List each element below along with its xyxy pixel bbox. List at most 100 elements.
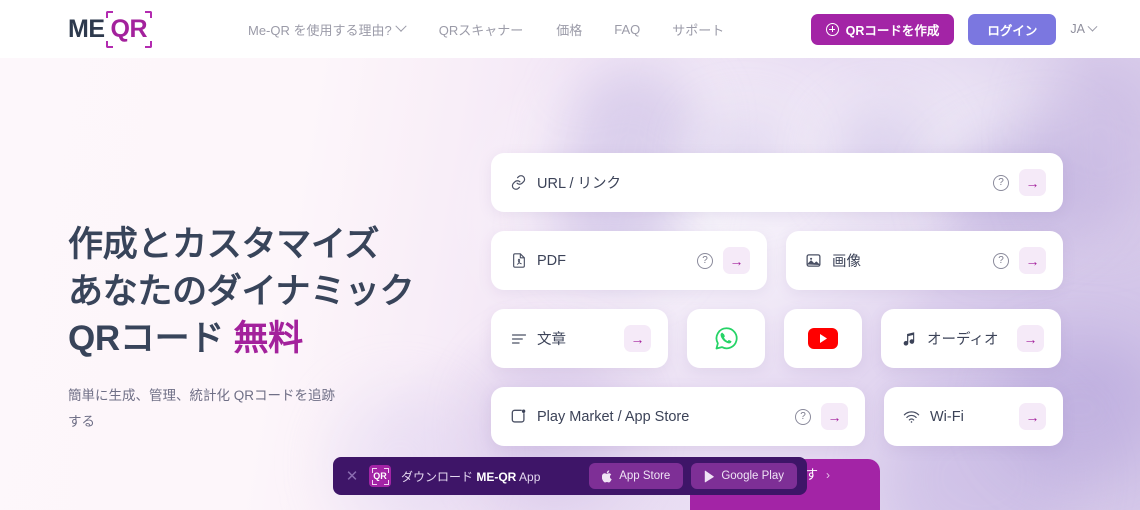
card-audio-actions: → bbox=[1017, 325, 1044, 352]
nav-item-support[interactable]: サポート bbox=[672, 20, 724, 39]
app-banner-brand: ME-QR bbox=[476, 469, 517, 484]
login-button[interactable]: ログイン bbox=[968, 13, 1057, 45]
card-text[interactable]: 文章 → bbox=[491, 309, 668, 368]
card-text-label-group: 文章 bbox=[510, 328, 566, 349]
card-pdf-actions: ? → bbox=[697, 247, 750, 274]
card-url-link[interactable]: URL / リンク ? → bbox=[491, 153, 1063, 212]
card-image-label-group: 画像 bbox=[805, 250, 861, 271]
card-play-market-actions: ? → bbox=[795, 403, 848, 430]
card-image[interactable]: 画像 ? → bbox=[786, 231, 1063, 290]
google-play-button[interactable]: Google Play bbox=[691, 463, 797, 489]
app-store-button[interactable]: App Store bbox=[589, 463, 684, 489]
card-image-label: 画像 bbox=[832, 254, 861, 270]
nav-label-faq: FAQ bbox=[614, 21, 641, 37]
store-buttons: App Store Google Play bbox=[589, 463, 797, 489]
language-label: JA bbox=[1070, 22, 1085, 36]
nav-item-faq[interactable]: FAQ bbox=[614, 22, 640, 37]
logo-qr-frame: QR bbox=[105, 10, 152, 48]
plus-circle-icon bbox=[825, 22, 839, 36]
nav-item-pricing[interactable]: 価格 bbox=[556, 20, 582, 39]
card-pdf[interactable]: PDF ? → bbox=[491, 231, 767, 290]
app-store-icon bbox=[510, 408, 527, 425]
card-image-actions: ? → bbox=[993, 247, 1046, 274]
card-wifi-label: Wi-Fi bbox=[930, 408, 964, 425]
language-selector[interactable]: JA bbox=[1070, 21, 1098, 36]
meqr-logo[interactable]: ME QR bbox=[68, 10, 152, 48]
header-actions: QRコードを作成 ログイン JA bbox=[810, 0, 1098, 58]
card-url-link-actions: ? → bbox=[993, 169, 1046, 196]
whatsapp-icon bbox=[713, 326, 739, 352]
card-url-link-arrow-button[interactable]: → bbox=[1019, 169, 1046, 196]
logo-text-qr: QR bbox=[110, 14, 148, 43]
card-youtube[interactable] bbox=[784, 309, 862, 368]
card-image-arrow-button[interactable]: → bbox=[1019, 247, 1046, 274]
card-audio-arrow-button[interactable]: → bbox=[1017, 325, 1044, 352]
nav-label-why-meqr: Me-QR を使用する理由? bbox=[248, 22, 392, 38]
card-text-arrow-button[interactable]: → bbox=[624, 325, 651, 352]
help-icon[interactable]: ? bbox=[993, 252, 1009, 269]
help-icon[interactable]: ? bbox=[697, 252, 713, 269]
page-title: 作成とカスタマイズ あなたのダイナミック QRコード 無料 bbox=[68, 222, 468, 363]
apple-icon bbox=[602, 469, 612, 482]
card-play-market-arrow-button[interactable]: → bbox=[821, 403, 848, 430]
card-wifi-arrow-button[interactable]: → bbox=[1019, 403, 1046, 430]
card-wifi[interactable]: Wi-Fi → bbox=[884, 387, 1063, 446]
card-text-actions: → bbox=[624, 325, 651, 352]
card-wifi-label-group: Wi-Fi bbox=[903, 408, 964, 425]
help-icon[interactable]: ? bbox=[795, 408, 811, 425]
google-play-label: Google Play bbox=[721, 470, 784, 482]
logo-text-me: ME bbox=[68, 14, 105, 43]
youtube-icon bbox=[807, 327, 839, 351]
card-audio-label-group: オーディオ bbox=[900, 328, 999, 349]
app-download-banner: ✕ QR ダウンロード ME-QR App App Store Google P… bbox=[333, 457, 807, 495]
hero-title-line-3: QRコード 無料 bbox=[68, 316, 468, 363]
card-text-label: 文章 bbox=[537, 332, 566, 348]
nav-item-qr-scanner[interactable]: QRスキャナー bbox=[439, 20, 524, 39]
hero-title-line-1: 作成とカスタマイズ bbox=[68, 225, 380, 264]
card-whatsapp[interactable] bbox=[687, 309, 765, 368]
app-banner-text-suffix: App bbox=[516, 469, 541, 484]
card-pdf-label-group: PDF bbox=[510, 252, 566, 269]
nav-label-support: サポート bbox=[672, 22, 725, 38]
close-icon[interactable]: ✕ bbox=[345, 469, 359, 484]
qr-type-card-grid: URL / リンク ? → PDF ? → 画像 ? → 文章 → オーディオ … bbox=[491, 153, 1063, 446]
nav-item-why-meqr[interactable]: Me-QR を使用する理由? bbox=[248, 20, 407, 39]
hero-copy: 作成とカスタマイズ あなたのダイナミック QRコード 無料 簡単に生成、管理、統… bbox=[68, 222, 468, 435]
help-icon[interactable]: ? bbox=[993, 174, 1009, 191]
card-audio-label: オーディオ bbox=[927, 332, 999, 348]
main-navigation: Me-QR を使用する理由? QRスキャナー 価格 FAQ サポート bbox=[248, 0, 724, 58]
card-wifi-actions: → bbox=[1019, 403, 1046, 430]
text-lines-icon bbox=[510, 330, 527, 347]
create-qr-code-button[interactable]: QRコードを作成 bbox=[810, 13, 955, 45]
image-icon bbox=[805, 252, 822, 269]
chevron-right-icon: › bbox=[826, 468, 830, 482]
card-play-market-label: Play Market / App Store bbox=[537, 408, 690, 425]
card-play-market-app-store[interactable]: Play Market / App Store ? → bbox=[491, 387, 865, 446]
site-header: ME QR Me-QR を使用する理由? QRスキャナー 価格 FAQ サポート… bbox=[0, 0, 1140, 58]
link-icon bbox=[510, 174, 527, 191]
hero-subtitle: 簡単に生成、管理、統計化 QRコードを追跡する bbox=[68, 387, 336, 429]
app-banner-text: ダウンロード ME-QR App bbox=[401, 468, 540, 485]
card-play-market-label-group: Play Market / App Store bbox=[510, 408, 689, 425]
pdf-file-icon bbox=[510, 252, 527, 269]
hero-title-accent-free: 無料 bbox=[233, 318, 303, 358]
card-url-link-label: URL / リンク bbox=[537, 176, 622, 192]
card-pdf-arrow-button[interactable]: → bbox=[723, 247, 750, 274]
card-audio[interactable]: オーディオ → bbox=[881, 309, 1061, 368]
nav-label-qr-scanner: QRスキャナー bbox=[438, 22, 524, 38]
card-pdf-label: PDF bbox=[537, 252, 566, 269]
card-url-link-label-group: URL / リンク bbox=[510, 172, 621, 193]
app-banner-text-prefix: ダウンロード bbox=[401, 469, 477, 484]
hero-title-line-2: あなたのダイナミック bbox=[68, 271, 415, 311]
qr-badge-icon: QR bbox=[369, 465, 391, 487]
create-qr-code-label: QRコードを作成 bbox=[845, 23, 940, 38]
nav-label-pricing: 価格 bbox=[556, 22, 583, 38]
chevron-down-icon bbox=[395, 20, 407, 32]
chevron-down-icon bbox=[1087, 21, 1098, 32]
music-note-icon bbox=[900, 330, 917, 347]
wifi-icon bbox=[903, 408, 920, 425]
app-store-label: App Store bbox=[619, 470, 671, 482]
google-play-icon bbox=[705, 470, 715, 482]
meqr-landing-page: ME QR Me-QR を使用する理由? QRスキャナー 価格 FAQ サポート… bbox=[0, 0, 1140, 510]
hero-title-line-3-main: QRコード bbox=[68, 318, 234, 358]
